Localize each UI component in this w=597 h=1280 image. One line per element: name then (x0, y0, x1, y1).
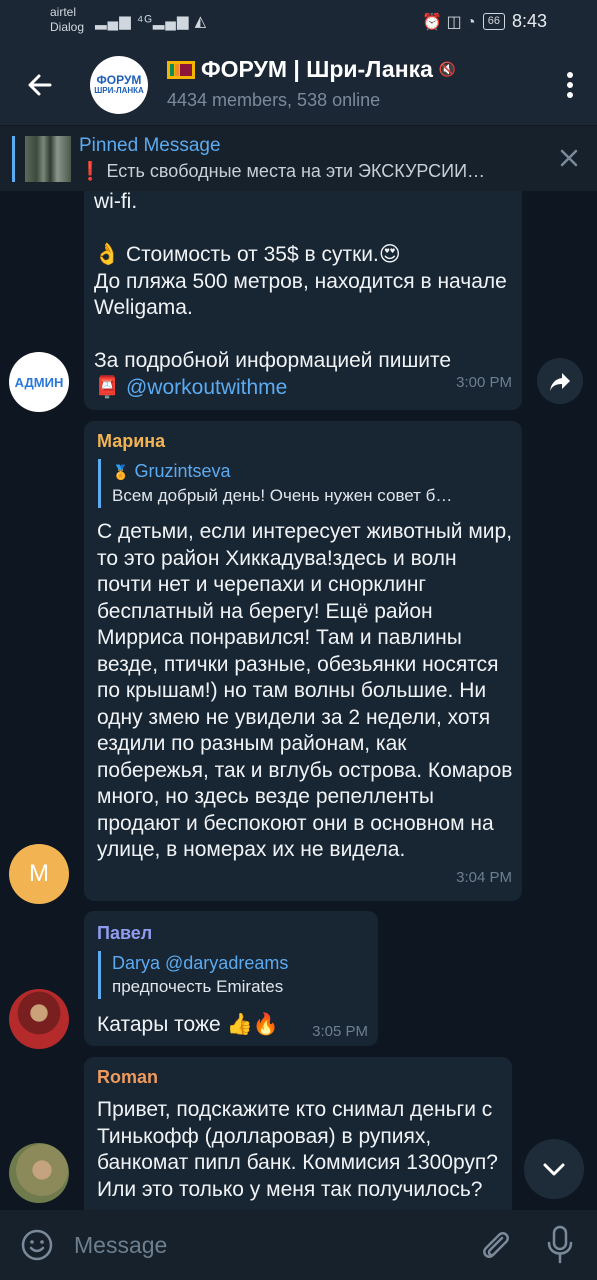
reply-author-text: Gruzintseva (134, 461, 231, 481)
composer (0, 1210, 597, 1280)
back-button[interactable] (22, 67, 58, 103)
channel-avatar-line1: ФОРУМ (96, 73, 142, 87)
pinned-label: Pinned Message (79, 135, 221, 156)
pinned-text-content: Есть свободные места на эти ЭКСКУРСИИ… (106, 161, 486, 181)
status-right: ⏰ ◫ ◔ 66 8:43 (422, 11, 547, 32)
chevron-down-icon (543, 1163, 565, 1176)
status-bar: airtel Dialog ▂▄▆ ⁴ᴳ▂▄▆ ◭ ⏰ ◫ ◔ 66 8:43 (0, 0, 597, 45)
reply-preview[interactable]: 🏅 Gruzintseva Всем добрый день! Очень ну… (98, 459, 498, 508)
message-bubble[interactable]: Roman Привет, подскажите кто снимал день… (84, 1057, 512, 1210)
battery-icon: 66 (482, 13, 505, 30)
carrier-names: airtel Dialog (50, 5, 84, 35)
pinned-thumbnail (25, 136, 71, 182)
sender-name[interactable]: Roman (97, 1067, 158, 1088)
reply-text: предпочесть Emirates (112, 977, 284, 996)
message-time: 3:04 PM (456, 869, 512, 886)
reply-preview[interactable]: Darya @daryadreams предпочесть Emirates (98, 951, 358, 999)
message-list[interactable]: wi-fi. 👌 Стоимость от 35$ в сутки.😍 До п… (0, 191, 597, 1210)
message-text: С детьми, если интересует животный мир, … (97, 520, 513, 861)
message-time: 3:05 PM (312, 1023, 368, 1040)
attach-button[interactable] (478, 1226, 512, 1264)
voice-record-button[interactable] (545, 1224, 575, 1266)
share-arrow-icon (550, 373, 570, 391)
trophy-icon: 🏅 (112, 464, 130, 480)
emoji-button[interactable] (20, 1228, 54, 1262)
message-text: wi-fi. 👌 Стоимость от 35$ в сутки.😍 До п… (94, 191, 514, 401)
close-pinned-button[interactable] (557, 146, 581, 170)
pinned-message[interactable]: Pinned Message ❗ Есть свободные места на… (0, 125, 597, 191)
sender-name[interactable]: Марина (97, 431, 165, 452)
reply-text: Всем добрый день! Очень нужен совет б… (112, 486, 453, 505)
pinned-text: ❗ Есть свободные места на эти ЭКСКУРСИИ… (79, 161, 519, 182)
microphone-icon (547, 1225, 573, 1264)
pinned-accent-bar (12, 136, 15, 182)
share-button[interactable] (537, 358, 583, 404)
avatar[interactable] (9, 1143, 69, 1203)
channel-avatar[interactable]: ФОРУМ ШРИ-ЛАНКА (90, 56, 148, 114)
avatar[interactable]: АДМИН (9, 352, 69, 412)
message-bubble[interactable]: Павел Darya @daryadreams предпочесть Emi… (84, 911, 378, 1046)
username-link[interactable]: @workoutwithme (126, 376, 287, 399)
reply-author: 🏅 Gruzintseva (112, 459, 498, 484)
signal-icon: ▂▄▆ ⁴ᴳ▂▄▆ ◭ (95, 13, 208, 30)
more-vertical-icon (567, 72, 573, 98)
more-menu-button[interactable] (565, 69, 575, 101)
message-bubble[interactable]: Марина 🏅 Gruzintseva Всем добрый день! О… (84, 421, 522, 901)
chat-header: ФОРУМ ШРИ-ЛАНКА ФОРУМ | Шри-Ланка 🔇 4434… (0, 45, 597, 125)
exclamation-icon: ❗ (79, 161, 102, 181)
chat-title-text: ФОРУМ | Шри-Ланка (201, 56, 433, 82)
message-time: 3:00 PM (456, 374, 512, 391)
reply-author: Darya @daryadreams (112, 953, 289, 973)
emoji-icon (21, 1229, 53, 1261)
avatar[interactable]: М (9, 844, 69, 904)
sri-lanka-flag-icon (167, 60, 195, 79)
sender-name[interactable]: Павел (97, 923, 152, 944)
arrow-left-icon (28, 74, 52, 96)
channel-avatar-line2: ШРИ-ЛАНКА (94, 86, 144, 95)
message-bubble[interactable]: wi-fi. 👌 Стоимость от 35$ в сутки.😍 До п… (84, 191, 522, 410)
carrier-1: airtel (50, 5, 77, 19)
chat-title[interactable]: ФОРУМ | Шри-Ланка 🔇 (167, 56, 456, 83)
message-input[interactable] (74, 1230, 454, 1260)
muted-icon: 🔇 (438, 61, 457, 77)
message-text-body: wi-fi. 👌 Стоимость от 35$ в сутки.😍 До п… (94, 191, 507, 399)
close-icon (560, 149, 578, 167)
system-icons: ⏰ ◫ ◔ (422, 13, 476, 31)
clock: 8:43 (511, 11, 547, 31)
paperclip-icon (483, 1232, 509, 1258)
scroll-down-button[interactable] (524, 1139, 584, 1199)
avatar[interactable] (9, 989, 69, 1049)
member-count: 4434 members, 538 online (167, 90, 381, 110)
message-text: Привет, подскажите кто снимал деньги с Т… (97, 1098, 498, 1201)
message-text: Катары тоже 👍🔥 (97, 1013, 279, 1036)
carrier-2: Dialog (50, 20, 85, 34)
